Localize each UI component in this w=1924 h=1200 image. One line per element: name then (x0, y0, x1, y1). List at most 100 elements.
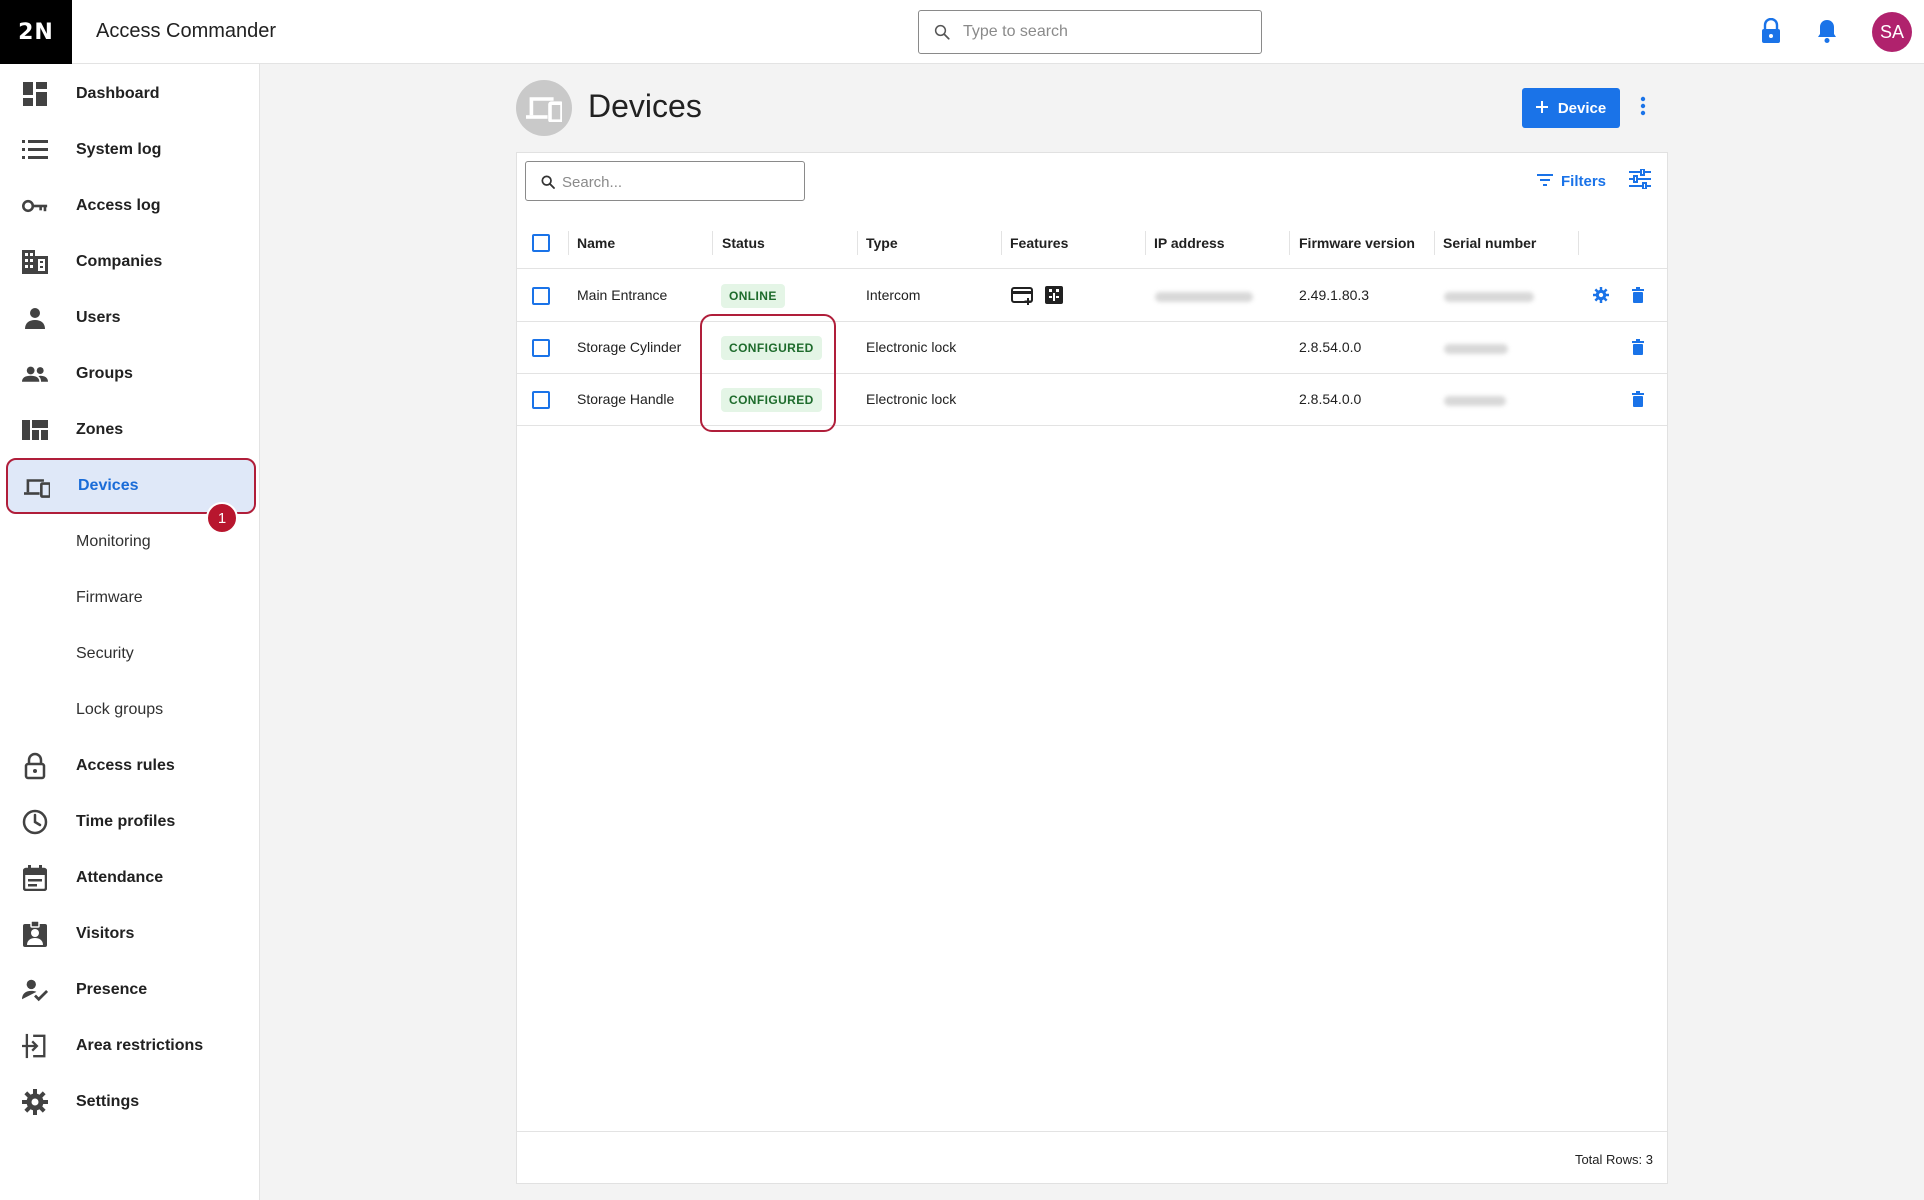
sidebar-item-label: Time profiles (76, 813, 176, 830)
sidebar: Dashboard System log Access log Companie… (0, 64, 260, 1200)
sidebar-item-users[interactable]: Users (6, 292, 256, 344)
sidebar-item-label: Users (76, 309, 121, 326)
keypad-feature-icon (1045, 286, 1063, 309)
column-divider (857, 231, 858, 255)
table-search[interactable] (525, 161, 805, 201)
sidebar-item-dashboard[interactable]: Dashboard (6, 68, 256, 120)
sidebar-item-label: Devices (78, 477, 139, 494)
column-features[interactable]: Features (1010, 235, 1068, 251)
sidebar-item-time-profiles[interactable]: Time profiles (6, 796, 256, 848)
filters-label: Filters (1561, 173, 1607, 190)
sidebar-item-label: Presence (76, 981, 148, 998)
sidebar-item-system-log[interactable]: System log (6, 124, 256, 176)
device-name: Storage Cylinder (577, 339, 682, 355)
ip-address-redacted (1155, 292, 1253, 302)
firmware-version: 2.49.1.80.3 (1299, 287, 1370, 303)
sidebar-item-area-restrictions[interactable]: Area restrictions (6, 1020, 256, 1072)
sidebar-item-security[interactable]: Security (6, 628, 256, 680)
sidebar-item-firmware[interactable]: Firmware (6, 572, 256, 624)
sidebar-item-label: Zones (76, 421, 124, 438)
sidebar-item-access-log[interactable]: Access log (6, 180, 256, 232)
lock-outline-icon (22, 752, 48, 780)
dashboard-icon (22, 81, 48, 107)
more-options-icon[interactable] (1640, 96, 1646, 121)
sidebar-item-label: Dashboard (76, 85, 160, 102)
sidebar-item-settings[interactable]: Settings (6, 1076, 256, 1128)
sidebar-item-access-rules[interactable]: Access rules (6, 740, 256, 792)
sidebar-item-label: Monitoring (76, 533, 151, 550)
sidebar-item-label: Access rules (76, 757, 175, 774)
select-all-checkbox[interactable] (532, 234, 550, 252)
sidebar-item-label: Area restrictions (76, 1037, 204, 1054)
column-divider (568, 231, 569, 255)
table-row[interactable]: Storage Cylinder CONFIGURED Electronic l… (517, 322, 1667, 374)
presence-icon (22, 977, 48, 1003)
devices-table-card: Filters Name Status Type Features IP add… (516, 152, 1668, 1184)
table-row[interactable]: Main Entrance ONLINE Intercom 2.49.1.80.… (517, 270, 1667, 322)
area-icon (22, 1033, 48, 1059)
sidebar-item-label: Settings (76, 1093, 140, 1110)
table-row[interactable]: Storage Handle CONFIGURED Electronic loc… (517, 374, 1667, 426)
column-serial-number[interactable]: Serial number (1443, 235, 1536, 251)
column-divider (1434, 231, 1435, 255)
table-search-input[interactable] (562, 172, 792, 192)
sidebar-item-companies[interactable]: Companies (6, 236, 256, 288)
sidebar-item-groups[interactable]: Groups (6, 348, 256, 400)
column-settings-icon[interactable] (1629, 168, 1651, 194)
status-highlight-outline (700, 314, 836, 432)
sidebar-item-presence[interactable]: Presence (6, 964, 256, 1016)
row-checkbox[interactable] (532, 287, 550, 305)
sidebar-item-lock-groups[interactable]: Lock groups (6, 684, 256, 736)
add-device-button[interactable]: Device (1522, 88, 1620, 128)
key-icon (22, 193, 48, 219)
app-title: Access Commander (96, 20, 277, 42)
sidebar-item-label: Companies (76, 253, 163, 270)
sidebar-item-label: System log (76, 141, 162, 158)
group-icon (22, 361, 48, 387)
table-header: Name Status Type Features IP address Fir… (517, 217, 1667, 269)
column-name[interactable]: Name (577, 235, 615, 251)
column-divider (1578, 231, 1579, 255)
calendar-icon (22, 865, 48, 891)
device-name: Storage Handle (577, 391, 675, 407)
column-type[interactable]: Type (866, 235, 898, 251)
delete-icon[interactable] (1632, 339, 1644, 360)
gear-icon (22, 1089, 48, 1115)
card-reader-feature-icon (1011, 287, 1035, 310)
sidebar-item-zones[interactable]: Zones (6, 404, 256, 456)
sidebar-item-attendance[interactable]: Attendance (6, 852, 256, 904)
zones-icon (22, 417, 48, 443)
row-checkbox[interactable] (532, 391, 550, 409)
sidebar-item-label: Firmware (76, 589, 143, 606)
building-icon (22, 249, 48, 275)
global-search-input[interactable] (963, 21, 1243, 43)
page-devices-icon (516, 80, 572, 136)
clock-icon (22, 809, 48, 835)
sidebar-item-visitors[interactable]: Visitors (6, 908, 256, 960)
filters-button[interactable]: Filters (1537, 173, 1606, 190)
gear-icon[interactable] (1593, 287, 1609, 308)
device-type: Intercom (866, 287, 921, 303)
global-search[interactable] (918, 10, 1262, 54)
delete-icon[interactable] (1632, 391, 1644, 412)
brand-logo[interactable]: 2N (0, 0, 72, 64)
column-ip-address[interactable]: IP address (1154, 235, 1225, 251)
sidebar-item-label: Lock groups (76, 701, 164, 718)
avatar[interactable]: SA (1872, 12, 1912, 52)
serial-number-redacted (1444, 292, 1534, 302)
row-checkbox[interactable] (532, 339, 550, 357)
delete-icon[interactable] (1632, 287, 1644, 308)
device-type: Electronic lock (866, 339, 957, 355)
column-firmware-version[interactable]: Firmware version (1299, 235, 1415, 251)
sidebar-item-label: Groups (76, 365, 133, 382)
device-name: Main Entrance (577, 287, 668, 303)
table-footer: Total Rows: 3 (517, 1131, 1667, 1183)
sidebar-item-label: Security (76, 645, 134, 662)
sidebar-item-label: Attendance (76, 869, 164, 886)
user-icon (22, 305, 48, 331)
bell-icon[interactable] (1816, 18, 1838, 49)
lock-icon[interactable] (1760, 17, 1782, 49)
serial-number-redacted (1444, 344, 1508, 354)
column-status[interactable]: Status (722, 235, 765, 251)
devices-icon (24, 474, 50, 500)
